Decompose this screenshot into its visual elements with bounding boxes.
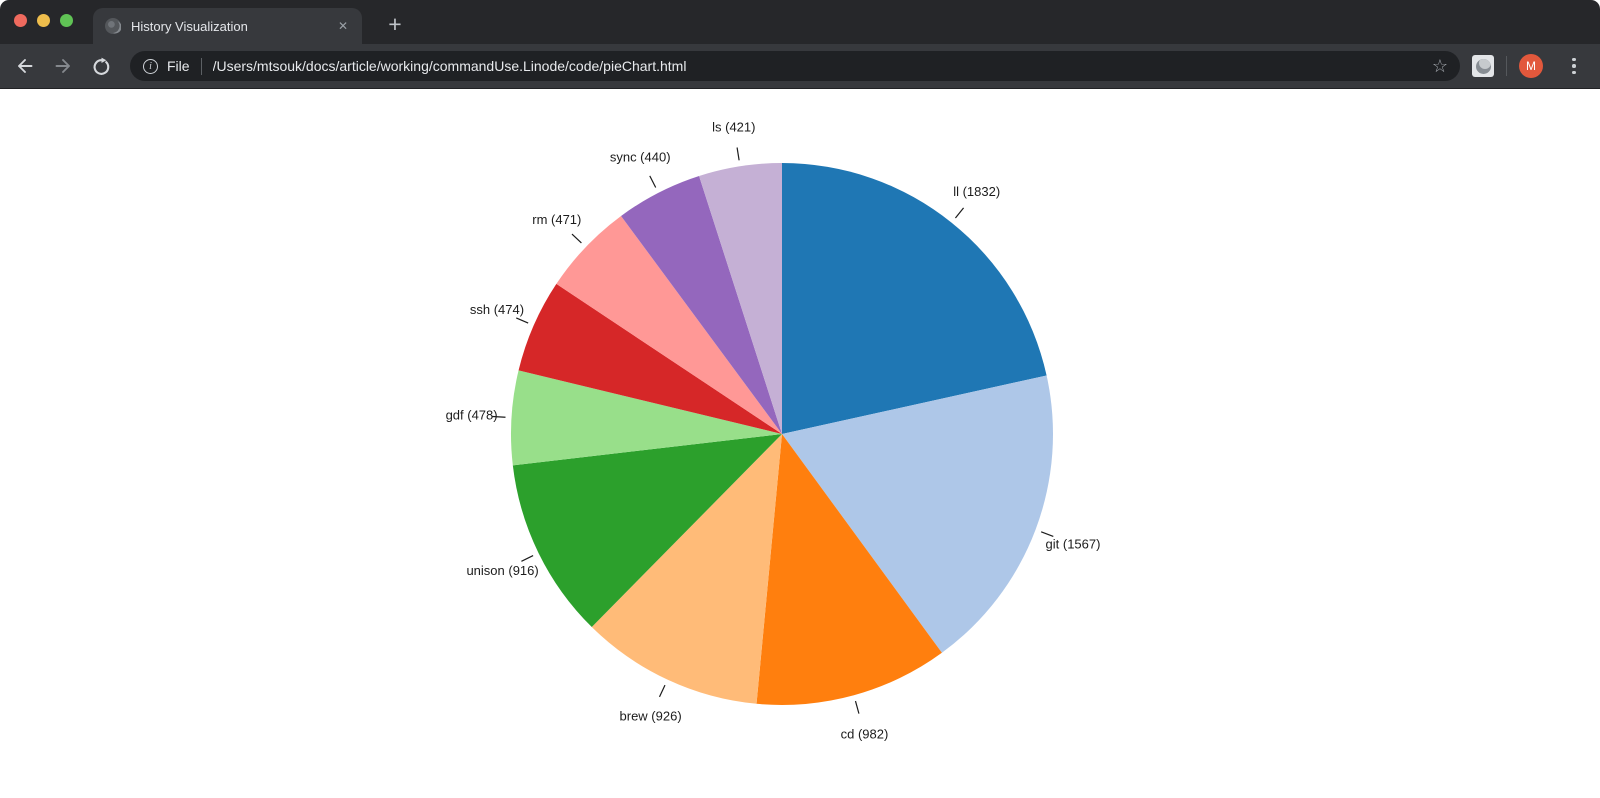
profile-avatar[interactable]: M (1519, 54, 1543, 78)
tab-favicon-icon (105, 18, 121, 34)
url-chip-divider (201, 58, 202, 75)
forward-arrow-icon (53, 56, 73, 76)
pie-label-ls: ls (421) (712, 119, 755, 134)
window-close-button[interactable] (14, 14, 27, 27)
pie-label-tick-ls (737, 148, 739, 161)
reload-icon (91, 56, 112, 77)
window-minimize-button[interactable] (37, 14, 50, 27)
extension-icon[interactable] (1472, 55, 1494, 77)
tab-strip: History Visualization ✕ + (0, 0, 1600, 44)
window-controls (14, 14, 73, 27)
browser-menu-icon[interactable] (1567, 54, 1581, 78)
page-info-icon[interactable]: i (143, 59, 158, 74)
pie-label-tick-cd (855, 701, 858, 714)
pie-label-tick-rm (572, 234, 581, 243)
tab-title: History Visualization (131, 19, 334, 34)
reload-button[interactable] (89, 54, 113, 78)
pie-label-cd: cd (982) (841, 726, 889, 741)
back-arrow-icon (15, 56, 35, 76)
pie-label-ssh: ssh (474) (470, 302, 524, 317)
new-tab-button[interactable]: + (380, 9, 410, 39)
pie-label-rm: rm (471) (532, 212, 581, 227)
back-button[interactable] (13, 54, 37, 78)
pie-label-unison: unison (916) (466, 563, 538, 578)
page-content: ll (1832) git (1567) cd (982) brew (926) uni… (0, 89, 1600, 793)
pie-label-brew: brew (926) (620, 708, 682, 723)
forward-button[interactable] (51, 54, 75, 78)
pie-label-gdf: gdf (478) (446, 408, 498, 423)
tab-history-visualization[interactable]: History Visualization ✕ (93, 8, 362, 44)
bookmark-star-icon[interactable]: ☆ (1432, 57, 1448, 75)
pie-label-git: git (1567) (1046, 536, 1101, 551)
pie-label-tick-ssh (516, 318, 528, 323)
pie-label-tick-ll (955, 208, 963, 218)
pie-label-ll: ll (1832) (953, 184, 1000, 199)
browser-toolbar: i File /Users/mtsouk/docs/article/workin… (0, 44, 1600, 89)
url-text[interactable]: /Users/mtsouk/docs/article/working/comma… (213, 58, 687, 74)
toolbar-divider (1506, 56, 1507, 76)
pie-label-tick-unison (521, 556, 533, 562)
pie-chart: ll (1832) git (1567) cd (982) brew (926) uni… (0, 89, 1600, 793)
window-zoom-button[interactable] (60, 14, 73, 27)
pie-label-tick-brew (659, 685, 664, 697)
tab-close-icon[interactable]: ✕ (334, 17, 352, 35)
pie-label-tick-sync (650, 176, 656, 188)
url-bar[interactable]: i File /Users/mtsouk/docs/article/workin… (130, 51, 1460, 81)
pie-label-sync: sync (440) (610, 150, 671, 165)
url-scheme-chip: File (167, 58, 190, 74)
